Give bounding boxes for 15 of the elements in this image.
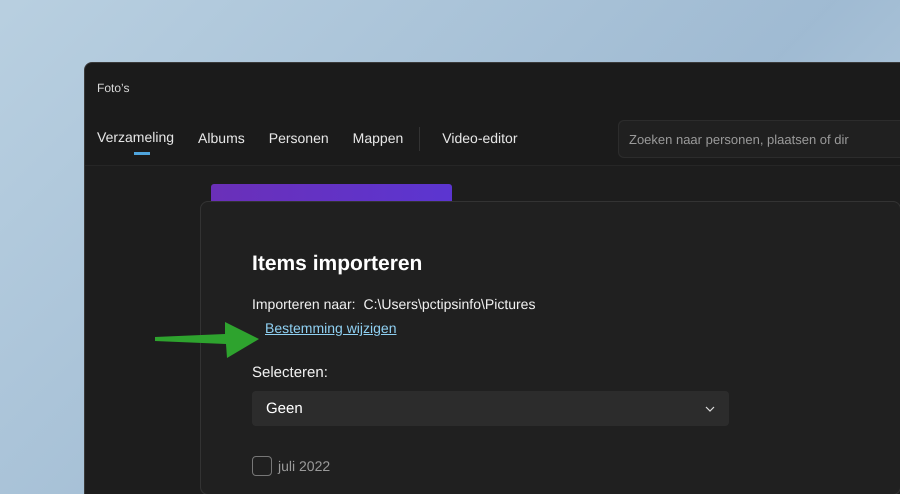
nav-tab[interactable]: Personen bbox=[256, 122, 341, 156]
checkbox[interactable] bbox=[252, 456, 272, 476]
chevron-down-icon bbox=[705, 406, 715, 412]
select-label: Selecteren: bbox=[252, 364, 329, 381]
destination-path: C:\Users\pctipsinfo\Pictures bbox=[364, 296, 536, 312]
select-dropdown[interactable]: Geen bbox=[252, 391, 729, 426]
window-title: Foto’s bbox=[97, 81, 130, 95]
change-destination-link[interactable]: Bestemming wijzigen bbox=[265, 320, 396, 336]
search-field[interactable]: Zoeken naar personen, plaatsen of dir bbox=[618, 120, 900, 158]
nav-tab[interactable]: Albums bbox=[186, 122, 257, 156]
nav-tab[interactable]: Video-editor bbox=[430, 122, 530, 156]
nav-tab[interactable]: Mappen bbox=[340, 122, 416, 156]
dialog-title: Items importeren bbox=[252, 252, 424, 276]
destination-label: Importeren naar: bbox=[252, 296, 356, 312]
checkbox-label: juli 2022 bbox=[278, 458, 330, 474]
